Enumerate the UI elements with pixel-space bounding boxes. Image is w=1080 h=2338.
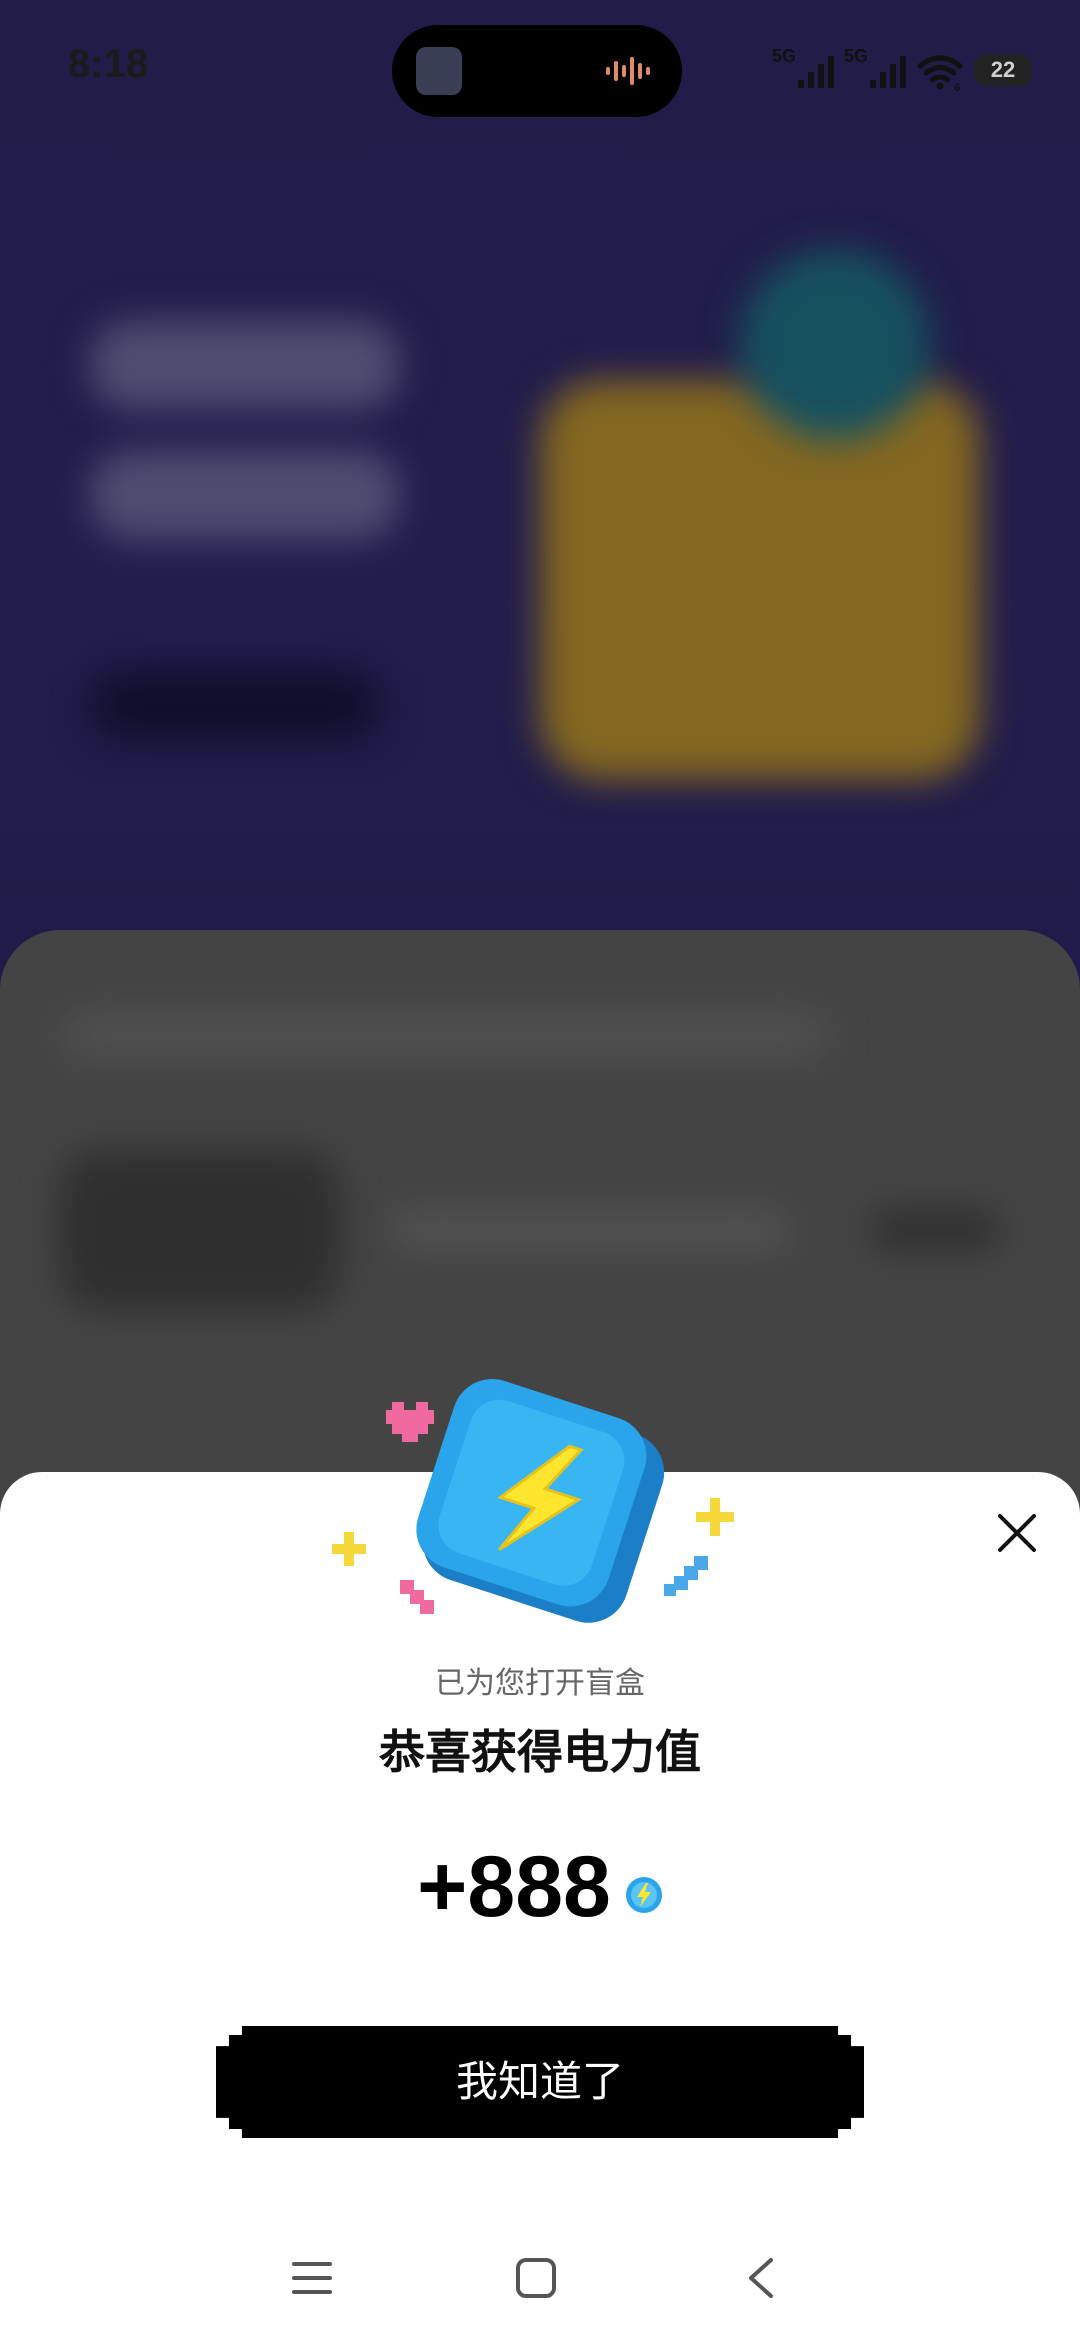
reward-value: +888 [417, 1839, 611, 1935]
system-nav-bar [0, 2230, 1080, 2320]
status-icons: 5G 5G 6 22 [772, 42, 1032, 92]
cellular-signal-icon: 5G [844, 46, 906, 92]
cellular-signal-icon: 5G [772, 46, 834, 92]
status-bar: 8:18 5G 5G 6 22 [0, 0, 1080, 140]
lightning-coin-icon [332, 1379, 734, 1623]
sparkle-icon [332, 1532, 366, 1566]
sparkle-icon [696, 1498, 734, 1536]
dialog-subtitle: 已为您打开盲盒 [435, 1666, 645, 1701]
media-thumbnail [416, 47, 462, 95]
nav-back-button[interactable] [730, 2248, 790, 2308]
reward-amount: +888 [0, 1838, 1080, 1937]
sparkle-icon [400, 1580, 434, 1614]
wifi-icon: 6 [917, 55, 963, 92]
status-time: 8:18 [68, 42, 149, 86]
dynamic-island[interactable] [392, 25, 682, 117]
heart-icon [386, 1402, 434, 1442]
nav-menu-button[interactable] [282, 2248, 342, 2308]
battery-indicator: 22 [974, 54, 1032, 86]
audio-wave-icon [606, 57, 650, 85]
wifi-badge: 6 [954, 82, 960, 92]
menu-icon [292, 2262, 332, 2294]
energy-icon [625, 1876, 662, 1913]
close-icon [998, 1514, 1036, 1552]
close-button[interactable] [986, 1502, 1048, 1564]
nav-home-button[interactable] [506, 2248, 566, 2308]
back-icon [749, 2258, 773, 2298]
home-icon [516, 2258, 556, 2298]
network-type-label: 5G [772, 46, 797, 66]
sparkle-icon [664, 1556, 708, 1596]
network-type-label: 5G [844, 46, 869, 66]
dialog-title: 恭喜获得电力值 [379, 1725, 701, 1779]
confirm-button[interactable]: 我知道了 [216, 2026, 864, 2138]
